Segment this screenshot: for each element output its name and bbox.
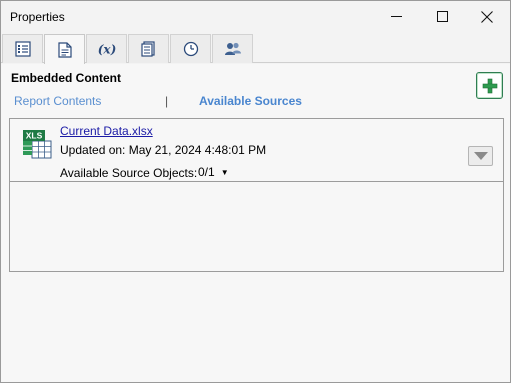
add-source-button[interactable] xyxy=(476,72,503,99)
title-bar: Properties xyxy=(1,1,510,32)
close-icon xyxy=(481,10,493,23)
caret-down-icon: ▼ xyxy=(220,167,229,177)
excel-file-icon: XLS xyxy=(23,130,52,159)
minimize-button[interactable] xyxy=(373,1,419,32)
tab-variables[interactable]: (x) xyxy=(86,34,127,63)
maximize-icon xyxy=(436,11,448,22)
report-icon xyxy=(140,41,155,57)
source-updated-on: Updated on: May 21, 2024 4:48:01 PM xyxy=(60,143,267,157)
close-button[interactable] xyxy=(464,1,510,32)
properties-tab-bar: (x) xyxy=(1,34,510,64)
clock-icon xyxy=(183,41,198,57)
source-objects-dropdown[interactable]: 0/1 ▼ xyxy=(198,164,229,180)
embedded-content-pane: Embedded Content Report Contents | Avail… xyxy=(1,64,510,382)
xls-badge: XLS xyxy=(26,131,43,141)
tab-permissions[interactable] xyxy=(212,34,253,63)
list-item: XLS Current Data.xlsx Updated on: May 21… xyxy=(10,119,503,182)
source-objects-value: 0/1 xyxy=(198,165,215,179)
tab-report[interactable] xyxy=(128,34,169,63)
svg-text:(x): (x) xyxy=(97,43,116,57)
subtab-report-contents[interactable]: Report Contents xyxy=(14,94,101,108)
source-objects-label: Available Source Objects: xyxy=(60,166,198,180)
document-icon xyxy=(57,41,72,58)
tab-embedded-content[interactable] xyxy=(44,34,85,64)
source-file-link[interactable]: Current Data.xlsx xyxy=(60,124,153,138)
subtab-available-sources[interactable]: Available Sources xyxy=(199,94,302,108)
list-icon xyxy=(14,41,31,57)
plus-icon xyxy=(482,78,497,93)
section-title: Embedded Content xyxy=(11,71,121,85)
sources-list: XLS Current Data.xlsx Updated on: May 21… xyxy=(9,118,504,272)
chevron-down-icon xyxy=(473,152,488,160)
minimize-icon xyxy=(390,16,402,17)
users-icon xyxy=(224,42,241,55)
tab-properties-list[interactable] xyxy=(2,34,43,63)
properties-window: Properties (x) Embedded Content Report C… xyxy=(0,0,511,383)
expand-source-button[interactable] xyxy=(468,146,493,166)
variable-icon: (x) xyxy=(97,43,116,57)
maximize-button[interactable] xyxy=(419,1,465,32)
subtab-separator: | xyxy=(165,94,169,108)
window-title: Properties xyxy=(10,10,65,24)
tab-schedule[interactable] xyxy=(170,34,211,63)
